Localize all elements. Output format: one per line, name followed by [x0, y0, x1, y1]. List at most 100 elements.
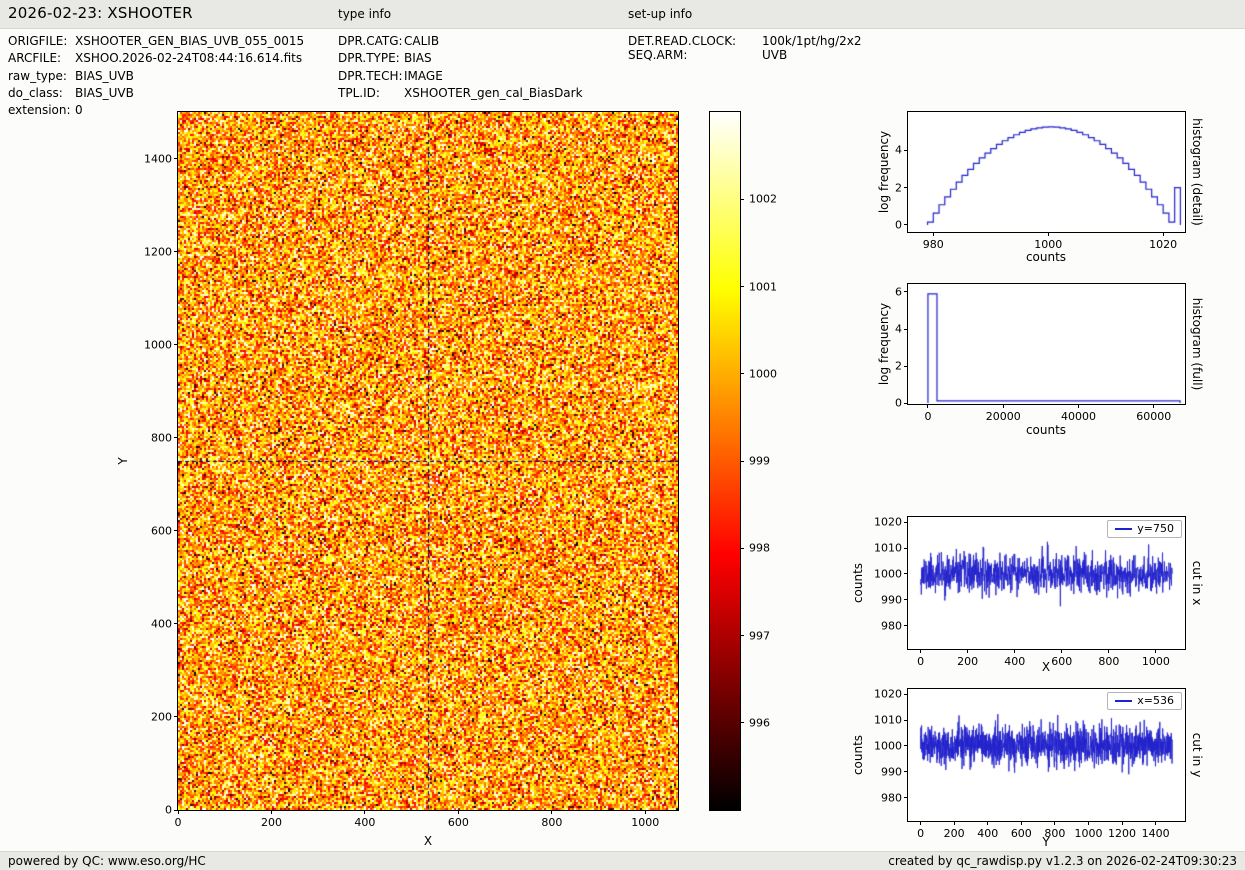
- tpl-id-label: TPL.ID:: [338, 86, 380, 100]
- cut-x-xlabel: X: [1042, 660, 1050, 674]
- tick-label: 997: [749, 629, 770, 642]
- tick-label: 2: [866, 181, 902, 194]
- tick-label: 600: [136, 524, 172, 537]
- legend-line-icon: [1115, 528, 1132, 530]
- tick-mark: [458, 811, 459, 814]
- seq-arm-label: SEQ.ARM:: [628, 48, 687, 62]
- tick-mark: [904, 403, 907, 404]
- tick-label: 1010: [866, 714, 902, 727]
- tick-label: 200: [957, 655, 978, 668]
- dpr-tech-label: DPR.TECH:: [338, 69, 403, 83]
- tpl-id-value: XSHOOTER_gen_cal_BiasDark: [404, 86, 583, 100]
- origfile-value: XSHOOTER_GEN_BIAS_UVB_055_0015: [75, 34, 304, 48]
- tick-label: 0: [924, 410, 931, 423]
- tick-label: 1000: [1074, 827, 1102, 840]
- tick-mark: [174, 437, 177, 438]
- cut-x-side-label: cut in x: [1190, 561, 1204, 606]
- tick-label: 0: [917, 655, 924, 668]
- tick-label: 0: [136, 804, 172, 817]
- tick-mark: [1108, 650, 1109, 653]
- tick-label: 200: [944, 827, 965, 840]
- tick-mark: [1014, 650, 1015, 653]
- tick-mark: [1155, 650, 1156, 653]
- tick-label: 980: [866, 791, 902, 804]
- tick-mark: [1061, 650, 1062, 653]
- tick-mark: [364, 811, 365, 814]
- tick-mark: [1021, 822, 1022, 825]
- type-info-heading: type info: [338, 7, 391, 21]
- tick-label: 990: [866, 765, 902, 778]
- tick-mark: [904, 573, 907, 574]
- tick-label: 0: [175, 816, 182, 829]
- hist-full-ylabel: log frequency: [877, 303, 891, 385]
- page-title: 2026-02-23: XSHOOTER: [8, 4, 193, 22]
- tick-mark: [987, 822, 988, 825]
- tick-label: 996: [749, 716, 770, 729]
- do-class-label: do_class:: [8, 86, 63, 100]
- tick-mark: [1078, 405, 1079, 408]
- tick-mark: [904, 224, 907, 225]
- tick-mark: [904, 771, 907, 772]
- legend-cut-y: x=536: [1107, 692, 1182, 710]
- dpr-tech-value: IMAGE: [404, 69, 443, 83]
- tick-mark: [904, 548, 907, 549]
- tick-label: 1001: [749, 280, 777, 293]
- tick-label: 600: [1051, 655, 1072, 668]
- tick-mark: [920, 822, 921, 825]
- tick-mark: [741, 635, 744, 636]
- tick-mark: [904, 366, 907, 367]
- hist-full-xlabel: counts: [1026, 423, 1066, 437]
- tick-label: 400: [354, 816, 375, 829]
- tick-mark: [1163, 233, 1164, 236]
- tick-mark: [927, 405, 928, 408]
- cut-x-ylabel: counts: [851, 563, 865, 603]
- legend-label-x536: x=536: [1137, 694, 1174, 707]
- tick-label: 1200: [136, 245, 172, 258]
- tick-mark: [174, 251, 177, 252]
- tick-label: 0: [917, 827, 924, 840]
- cut-y-ylabel: counts: [851, 735, 865, 775]
- tick-label: 800: [136, 431, 172, 444]
- legend-label-y750: y=750: [1137, 522, 1174, 535]
- tick-label: 0: [866, 218, 902, 231]
- tick-label: 400: [977, 827, 998, 840]
- tick-mark: [904, 694, 907, 695]
- dpr-type-label: DPR.TYPE:: [338, 51, 400, 65]
- tick-mark: [904, 797, 907, 798]
- tick-label: 1020: [866, 688, 902, 701]
- tick-mark: [174, 158, 177, 159]
- tick-mark: [178, 811, 179, 814]
- tick-mark: [1054, 822, 1055, 825]
- tick-label: 400: [136, 617, 172, 630]
- tick-mark: [904, 720, 907, 721]
- hist-detail-side-label: histogram (detail): [1190, 118, 1204, 226]
- tick-mark: [551, 811, 552, 814]
- tick-mark: [174, 810, 177, 811]
- tick-label: 1020: [866, 516, 902, 529]
- tick-label: 990: [866, 593, 902, 606]
- tick-mark: [920, 650, 921, 653]
- arcfile-value: XSHOO.2026-02-24T08:44:16.614.fits: [75, 51, 302, 65]
- extension-value: 0: [75, 103, 83, 117]
- setup-info-heading: set-up info: [628, 7, 692, 21]
- tick-label: 0: [866, 397, 902, 410]
- tick-label: 40000: [1061, 410, 1096, 423]
- tick-label: 800: [1044, 827, 1065, 840]
- tick-label: 2: [866, 360, 902, 373]
- tick-label: 200: [136, 710, 172, 723]
- seq-arm-value: UVB: [762, 48, 787, 62]
- tick-mark: [1003, 405, 1004, 408]
- histogram-full-canvas: [908, 284, 1185, 404]
- tick-label: 60000: [1136, 410, 1171, 423]
- raw-type-label: raw_type:: [8, 69, 67, 83]
- tick-label: 1020: [1149, 238, 1177, 251]
- raw-image-canvas: [178, 112, 678, 810]
- footer-powered-by-link[interactable]: powered by QC: www.eso.org/HC: [8, 854, 206, 868]
- det-read-clock-value: 100k/1pt/hg/2x2: [762, 34, 862, 48]
- tick-mark: [174, 530, 177, 531]
- dpr-type-value: BIAS: [404, 51, 432, 65]
- tick-label: 1000: [749, 367, 777, 380]
- footer-created-by: created by qc_rawdisp.py v1.2.3 on 2026-…: [888, 854, 1237, 868]
- tick-label: 1000: [136, 338, 172, 351]
- tick-label: 20000: [986, 410, 1021, 423]
